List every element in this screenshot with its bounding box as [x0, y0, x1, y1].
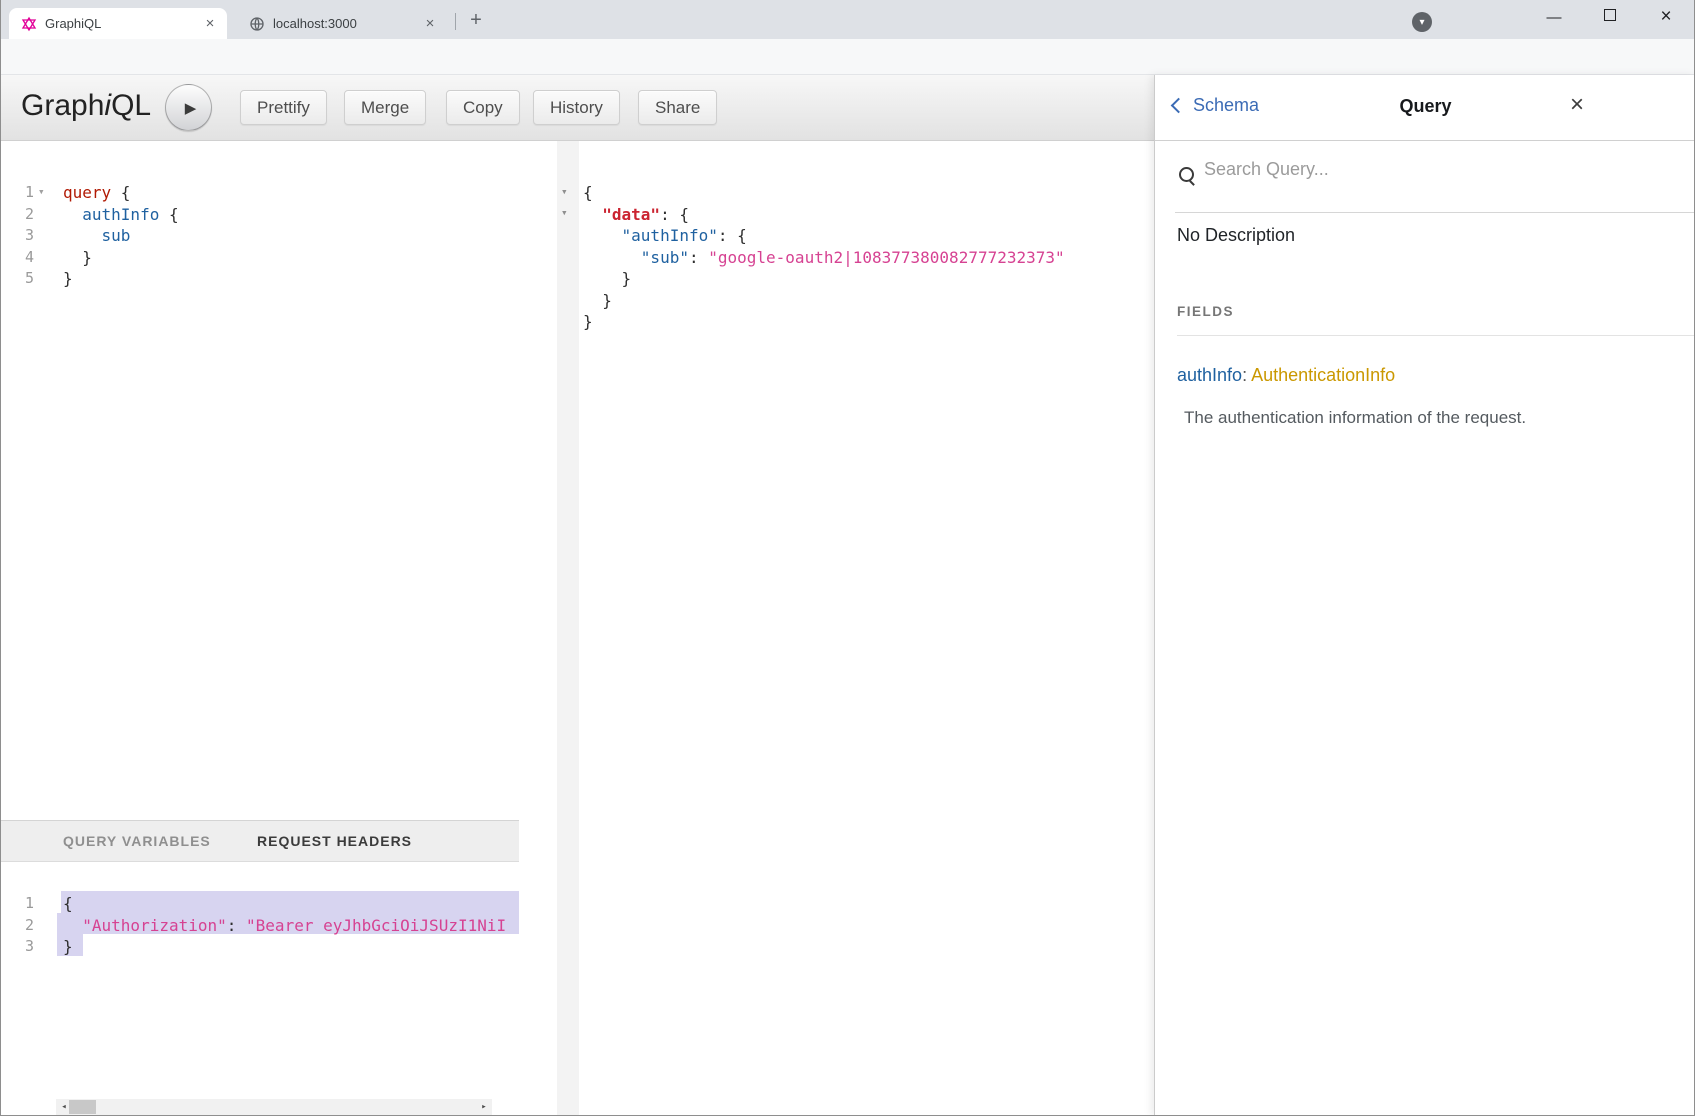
scrollbar-thumb[interactable]: [69, 1100, 96, 1114]
close-window-button[interactable]: ×: [1638, 6, 1694, 28]
maximize-button[interactable]: [1582, 8, 1638, 26]
doc-explorer-panel: Schema Query × No Description FIELDS aut…: [1154, 75, 1695, 1116]
horizontal-scrollbar[interactable]: ◂ ▸: [56, 1099, 492, 1115]
graphiql-favicon: [21, 16, 37, 32]
doc-title: Query: [1155, 96, 1695, 117]
tab-close-icon[interactable]: ×: [201, 15, 219, 33]
new-tab-button[interactable]: +: [463, 7, 489, 33]
scroll-right-arrow[interactable]: ▸: [476, 1099, 492, 1115]
window-controls: — ×: [1526, 0, 1694, 34]
graphiql-toolbar: GraphiQL ▶ Prettify Merge Copy History S…: [1, 75, 1154, 141]
browser-window: GraphiQL × localhost:3000 × + ▾ — × ← →: [0, 0, 1695, 1116]
line-number-gutter: 1 2 3 4 5: [1, 182, 34, 290]
field-type-link[interactable]: AuthenticationInfo: [1251, 365, 1395, 385]
history-button[interactable]: History: [533, 90, 620, 125]
doc-fields-heading: FIELDS: [1177, 304, 1234, 319]
doc-explorer-header: Schema Query ×: [1155, 75, 1695, 141]
tab-title: GraphiQL: [45, 16, 201, 31]
copy-button[interactable]: Copy: [446, 90, 520, 125]
graphiql-logo: GraphiQL: [21, 89, 151, 123]
query-editor[interactable]: 1 2 3 4 5 ▾ query { authInfo { sub } }: [1, 141, 519, 820]
merge-button[interactable]: Merge: [344, 90, 426, 125]
prettify-button[interactable]: Prettify: [240, 90, 327, 125]
field-separator: :: [1242, 365, 1251, 385]
headers-code: { "Authorization": "Bearer eyJhbGciOiJSU…: [63, 893, 506, 958]
request-headers-editor[interactable]: 1 2 3 { "Authorization": "Bearer eyJhbGc…: [1, 862, 519, 1116]
result-viewer: ▾ ▾ { "data": { "authInfo": { "sub": "go…: [519, 141, 1154, 1116]
tab-title: localhost:3000: [273, 16, 421, 31]
tab-close-icon[interactable]: ×: [421, 15, 439, 33]
line-number-gutter: 1 2 3: [1, 893, 34, 958]
share-button[interactable]: Share: [638, 90, 717, 125]
browser-tab-strip: GraphiQL × localhost:3000 × + ▾ — ×: [1, 0, 1694, 39]
fold-gutter: [557, 141, 579, 1116]
doc-field-row: authInfo: AuthenticationInfo: [1177, 365, 1395, 386]
field-description: The authentication information of the re…: [1184, 408, 1526, 428]
tab-request-headers[interactable]: REQUEST HEADERS: [257, 821, 412, 861]
fold-caret-icon[interactable]: ▾: [561, 185, 568, 198]
query-code: query { authInfo { sub } }: [63, 182, 179, 290]
minimize-button[interactable]: —: [1526, 9, 1582, 26]
search-underline: [1175, 212, 1695, 213]
fold-caret-icon[interactable]: ▾: [38, 185, 45, 198]
globe-icon: [249, 16, 265, 32]
play-icon: ▶: [185, 100, 197, 117]
tab-localhost[interactable]: localhost:3000 ×: [237, 8, 447, 39]
fields-divider: [1177, 335, 1695, 336]
field-name-link[interactable]: authInfo: [1177, 365, 1242, 385]
maximize-icon: [1604, 9, 1616, 21]
execute-query-button[interactable]: ▶: [165, 84, 212, 131]
doc-search-input[interactable]: [1202, 158, 1536, 181]
tab-graphiql[interactable]: GraphiQL ×: [9, 8, 227, 39]
doc-close-icon[interactable]: ×: [1570, 91, 1584, 119]
search-icon: [1179, 167, 1194, 182]
tab-separator: [455, 13, 456, 30]
chevron-down-icon: ▾: [1419, 17, 1424, 28]
tab-search-button[interactable]: ▾: [1412, 12, 1432, 32]
result-json: { "data": { "authInfo": { "sub": "google…: [583, 182, 1065, 333]
tab-query-variables[interactable]: QUERY VARIABLES: [63, 821, 211, 861]
fold-caret-icon[interactable]: ▾: [561, 206, 568, 219]
secondary-editor-tabbar: QUERY VARIABLES REQUEST HEADERS: [1, 820, 519, 862]
doc-no-description: No Description: [1177, 225, 1295, 246]
browser-toolbar: ← → localhost:3000 UO P: [1, 39, 1694, 75]
